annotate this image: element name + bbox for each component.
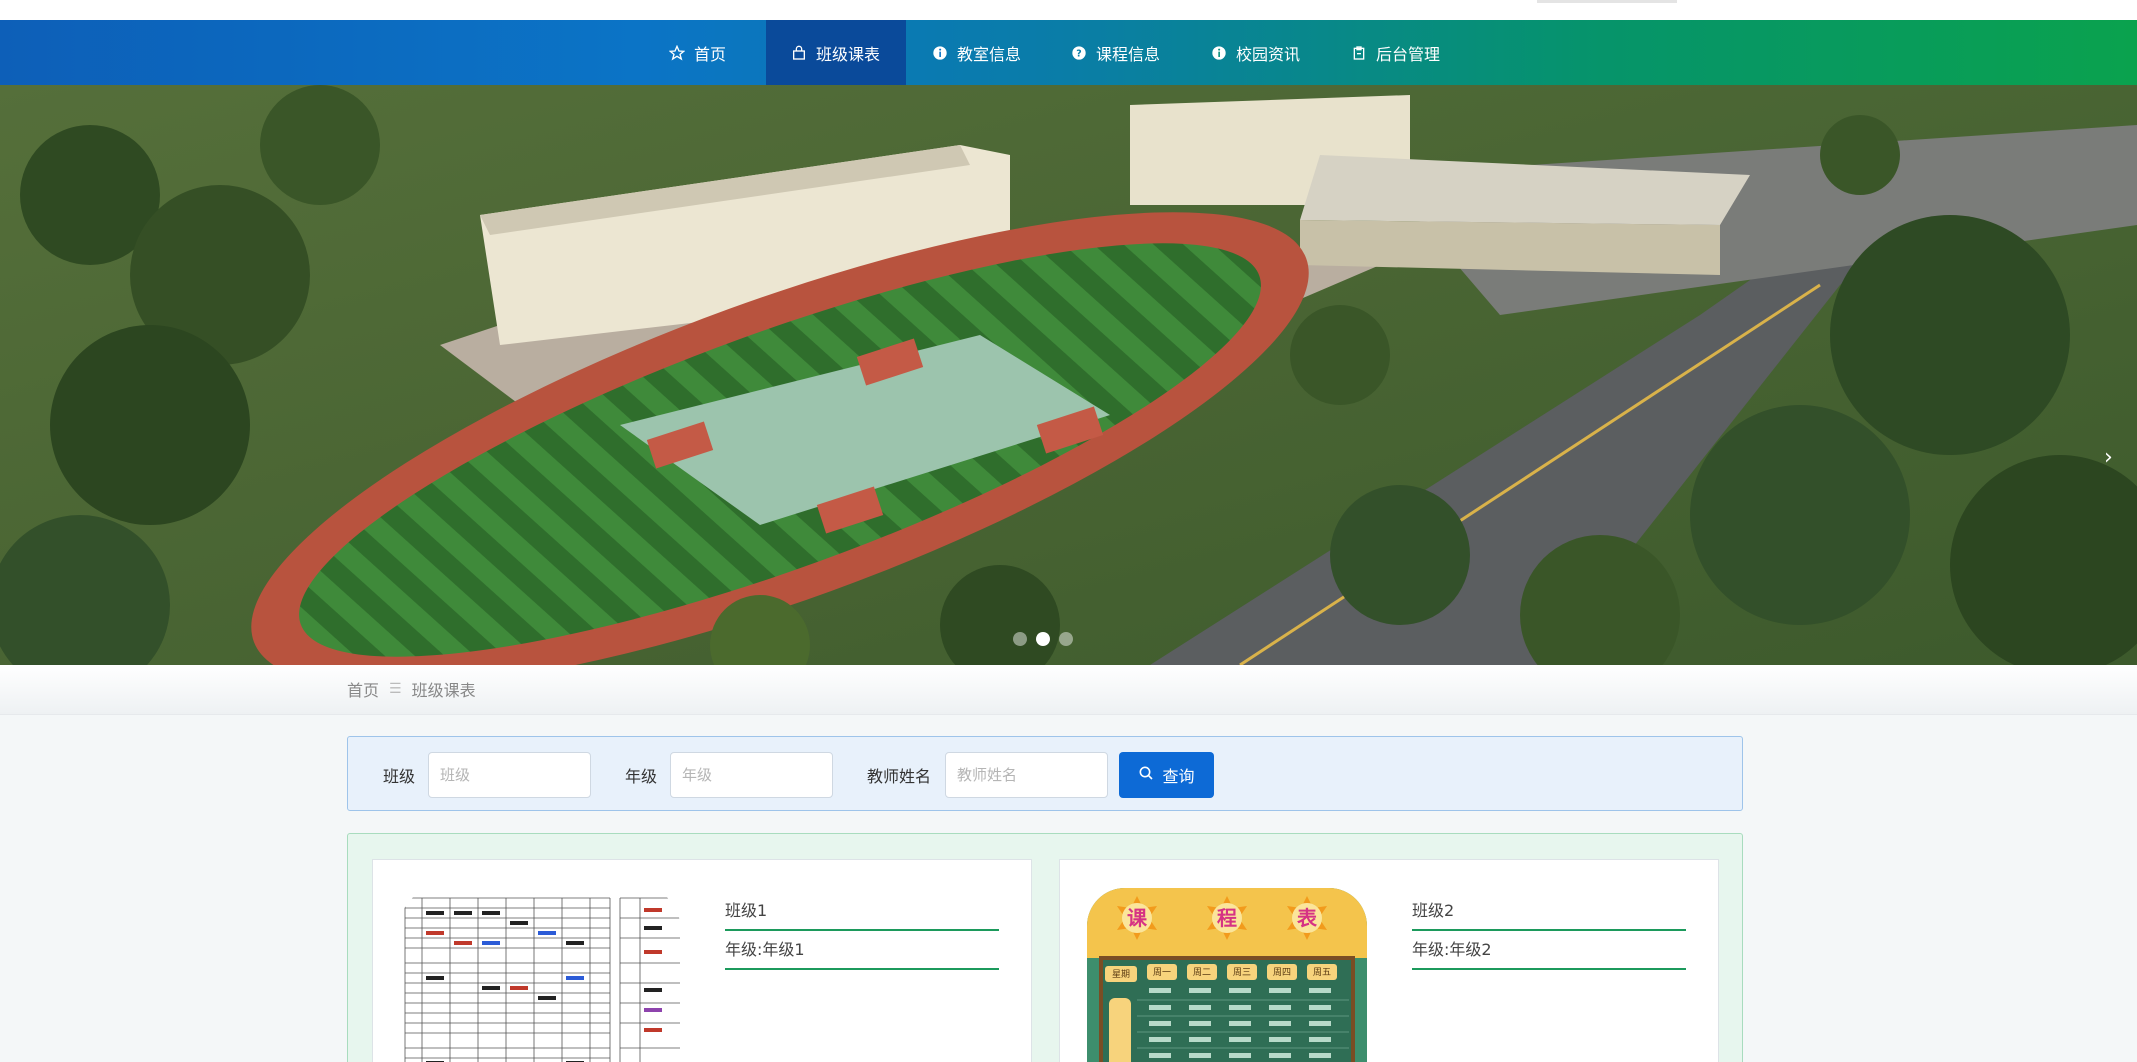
carousel-next-arrow[interactable]: › (2104, 445, 2113, 470)
breadcrumb-home[interactable]: 首页 (347, 677, 379, 701)
question-icon: ? (1070, 44, 1088, 62)
poster-char-2: 程 (1217, 906, 1237, 930)
info-icon (1210, 44, 1228, 62)
search-icon (1138, 765, 1154, 785)
nav-class-schedule[interactable]: 班级课表 (766, 20, 906, 85)
bag-icon (790, 44, 808, 62)
top-strip-tab (1537, 0, 1677, 3)
poster-char-3: 表 (1297, 906, 1318, 930)
grade-label: 年级 (625, 767, 658, 786)
nav-course-info-label: 课程信息 (1096, 44, 1161, 64)
poster-day-1: 周一 (1153, 967, 1171, 978)
search-button-label: 查询 (1162, 767, 1195, 786)
nav-campus-news-label: 校园资讯 (1236, 44, 1301, 64)
poster-day-0: 星期 (1112, 969, 1130, 980)
nav-home[interactable]: 首页 (644, 20, 750, 85)
class-label: 班级 (383, 767, 416, 786)
search-button[interactable]: 查询 (1119, 752, 1214, 798)
nav-classroom-info-label: 教室信息 (957, 44, 1022, 64)
breadcrumb-bar: 首页 ☰ 班级课表 (0, 665, 2137, 715)
main-navbar: 首页 班级课表 教室信息 ? 课程信息 校园资讯 后台管理 (0, 20, 2137, 85)
svg-text:?: ? (1076, 48, 1081, 59)
star-icon (668, 44, 686, 62)
poster-day-5: 周五 (1313, 967, 1331, 978)
class-card-title[interactable]: 班级2 (1412, 897, 1686, 931)
nav-admin[interactable]: 后台管理 (1326, 20, 1464, 85)
grade-input[interactable] (670, 752, 833, 798)
breadcrumb-current: 班级课表 (411, 681, 476, 700)
class-card-grade: 年级:年级1 (725, 936, 999, 970)
clipboard-icon (1350, 44, 1368, 62)
carousel-dot-2[interactable] (1036, 632, 1050, 646)
search-panel: 班级 年级 教师姓名 查询 (347, 736, 1743, 811)
carousel-dot-3[interactable] (1059, 632, 1073, 646)
nav-campus-news[interactable]: 校园资讯 (1186, 20, 1324, 85)
nav-classroom-info[interactable]: 教室信息 (907, 20, 1045, 85)
breadcrumb-separator-icon: ☰ (389, 681, 402, 697)
nav-admin-label: 后台管理 (1376, 44, 1441, 64)
info-icon (931, 44, 949, 62)
class-card-grade: 年级:年级2 (1412, 936, 1686, 970)
campus-banner-carousel[interactable]: › (0, 85, 2137, 665)
class-card-title[interactable]: 班级1 (725, 897, 999, 931)
class-input[interactable] (428, 752, 591, 798)
timetable-table-image (400, 888, 680, 1062)
carousel-dot-1[interactable] (1013, 632, 1027, 646)
teacher-name-input[interactable] (945, 752, 1108, 798)
nav-home-label: 首页 (694, 44, 727, 64)
class-list-panel: 班级1 年级:年级1 课 程 表 星期 周一 周二 周三 周四 周五 班级2 年… (347, 833, 1743, 1062)
class-card[interactable]: 班级1 年级:年级1 (372, 859, 1032, 1062)
campus-aerial-image (0, 85, 2137, 665)
top-strip (0, 0, 2137, 20)
poster-day-3: 周三 (1233, 967, 1251, 978)
timetable-poster-image: 课 程 表 星期 周一 周二 周三 周四 周五 (1087, 888, 1367, 1062)
carousel-indicators (1013, 632, 1073, 646)
poster-day-4: 周四 (1273, 967, 1291, 978)
class-card[interactable]: 课 程 表 星期 周一 周二 周三 周四 周五 班级2 年级:年级2 (1059, 859, 1719, 1062)
nav-course-info[interactable]: ? 课程信息 (1046, 20, 1184, 85)
poster-char-1: 课 (1127, 906, 1148, 930)
nav-class-schedule-label: 班级课表 (816, 44, 881, 64)
poster-day-2: 周二 (1193, 967, 1211, 978)
breadcrumb: 首页 ☰ 班级课表 (347, 677, 476, 701)
teacher-name-label: 教师姓名 (867, 767, 932, 786)
